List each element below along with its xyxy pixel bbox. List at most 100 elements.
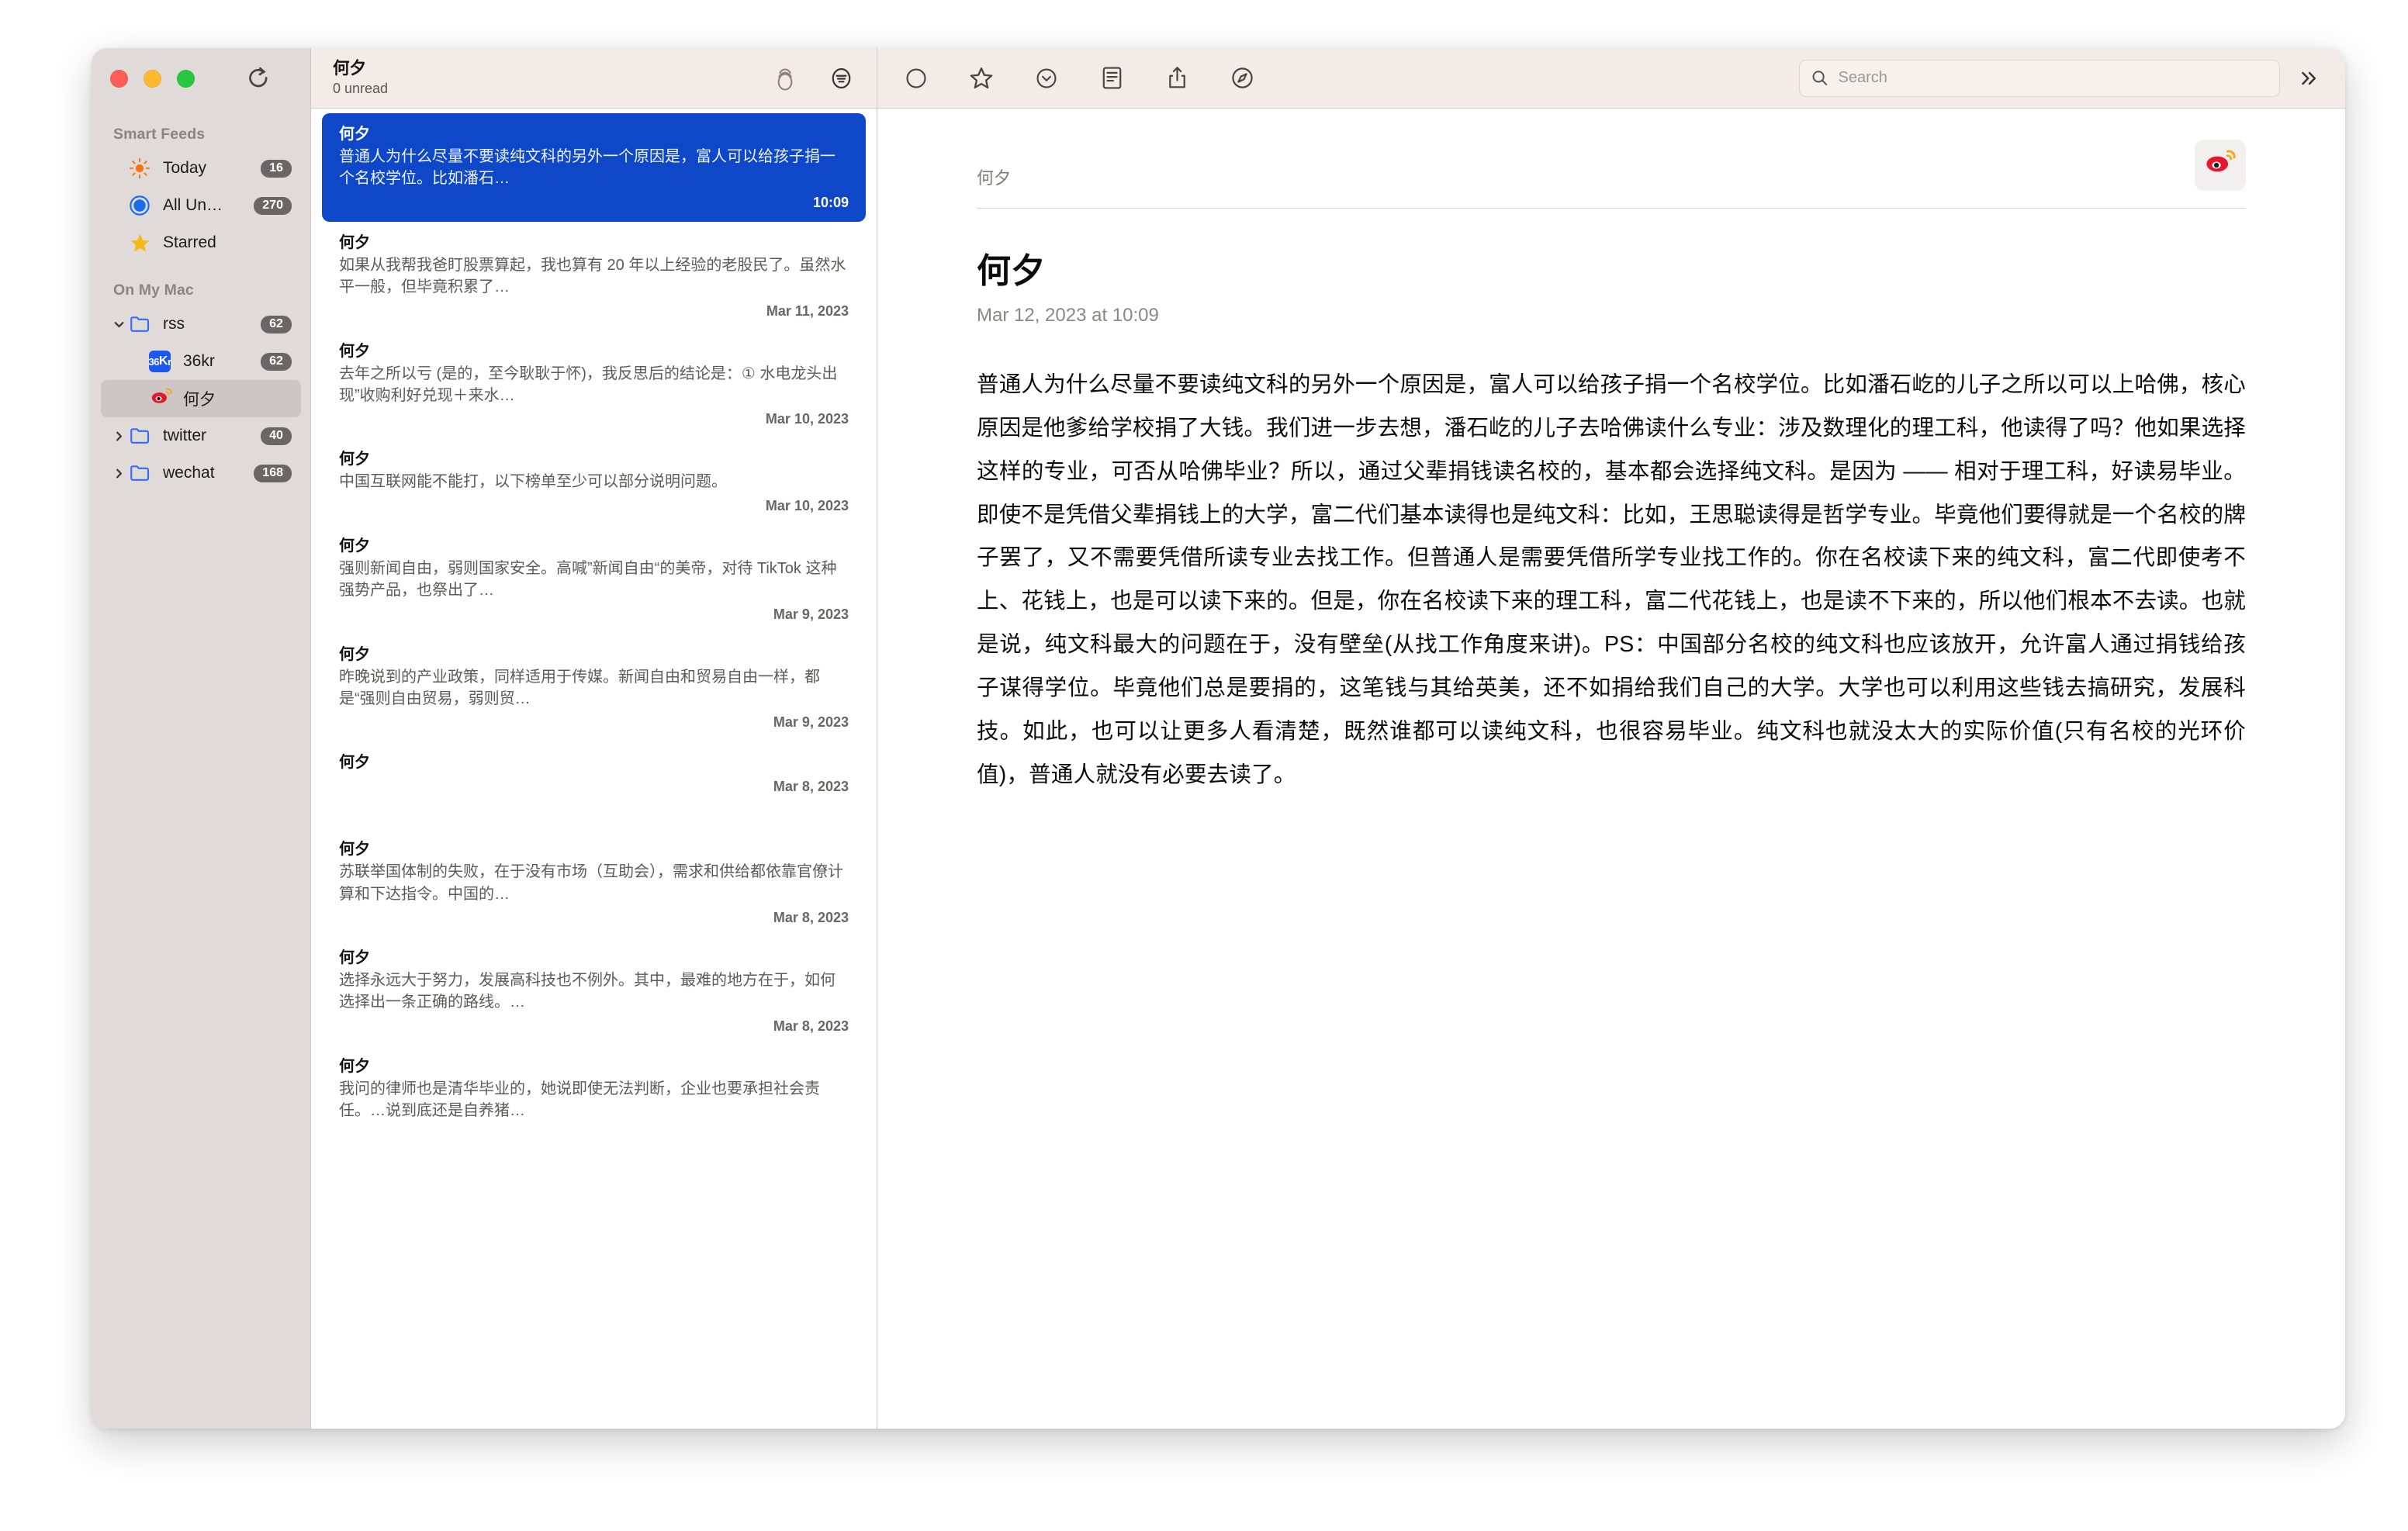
article-date: Mar 8, 2023 (773, 779, 849, 795)
article-body-text: 普通人为什么尽量不要读纯文科的另外一个原因是，富人可以给孩子捐一个名校学位。比如… (977, 372, 2246, 787)
share-button[interactable] (1160, 61, 1194, 95)
share-icon (1168, 67, 1185, 88)
unread-count-badge: 62 (261, 315, 292, 334)
article-date: Mar 10, 2023 (765, 411, 849, 427)
sun-icon (129, 157, 158, 179)
article-feed-name: 何夕 (339, 1057, 370, 1075)
article-timestamp: Mar 12, 2023 at 10:09 (977, 305, 1159, 326)
sidebar-list: Smart Feeds Today 16 All Un… 270 Starred… (92, 109, 310, 492)
article-detail-body: 何夕 何夕 Mar 12, 2023 at 10:09 普通人为什么尽量不要读纯… (877, 109, 2345, 1429)
article-list-item[interactable]: 何夕 中国互联网能不能打，以下榜单至少可以部分说明问题。 Mar 10, 202… (322, 438, 866, 524)
article-list-item[interactable]: 何夕 去年之所以亏 (是的，至今耿耿于怀)，我反思后的结论是：① 水电龙头出现”… (322, 330, 866, 439)
article-list-actions (770, 63, 856, 94)
mark-below-as-read-button[interactable] (1029, 61, 1064, 95)
sidebar-item-today[interactable]: Today 16 (101, 150, 301, 187)
star-button[interactable] (964, 61, 998, 95)
article-summary: 强则新闻自由，弱则国家安全。高喊”新闻自由“的美帝，对待 TikTok 这种强势… (339, 559, 837, 600)
star-icon (129, 232, 158, 254)
sidebar-section-header-smart-feeds: Smart Feeds (113, 126, 206, 143)
sidebar-item-label: Today (163, 159, 207, 177)
chevron-right-icon[interactable] (109, 467, 129, 480)
article-list-item[interactable]: 何夕 苏联举国体制的失败，在于没有市场（互助会），需求和供给都依靠官僚计算和下达… (322, 828, 866, 937)
article-list-header-text: 何夕 0 unread (333, 59, 770, 97)
chevron-right-icon[interactable] (109, 430, 129, 443)
article-feed-name: 何夕 (339, 754, 370, 772)
sidebar-item-all-unread[interactable]: All Un… 270 (101, 187, 301, 224)
unread-count-badge: 16 (261, 159, 292, 178)
article-feed-name: 何夕 (339, 645, 370, 663)
article-list-item[interactable]: 何夕 我问的律师也是清华毕业的，她说即使无法判断，企业也要承担社会责任。…说到底… (322, 1045, 866, 1133)
chevron-double-right-icon (2302, 71, 2316, 85)
article-summary: 选择永远大于努力，发展高科技也不例外。其中，最难的地方在于，如何选择出一条正确的… (339, 972, 836, 1011)
open-in-browser-button[interactable] (1225, 61, 1259, 95)
article-date: 10:09 (812, 194, 849, 210)
sidebar-item-36kr[interactable]: 36 Kr 36kr 62 (101, 343, 301, 380)
article-date: Mar 9, 2023 (773, 714, 849, 731)
search-field[interactable] (1799, 59, 2280, 97)
unread-circle-icon (129, 195, 158, 216)
article-summary: 如果从我帮我爸盯股票算起，我也算有 20 年以上经验的老股民了。虽然水平一般，但… (339, 256, 846, 296)
article-feed-name: 何夕 (339, 126, 370, 143)
toolbar-overflow-button[interactable] (2289, 61, 2328, 95)
chevron-down-icon[interactable] (109, 318, 129, 331)
article-list-header: 何夕 0 unread (311, 48, 877, 109)
article-summary: 苏联举国体制的失败，在于没有市场（互助会），需求和供给都依靠官僚计算和下达指令。… (339, 863, 843, 903)
article-summary: 昨晚说到的产业政策，同样适用于传媒。新闻自由和贸易自由一样，都是“强则自由贸易，… (339, 668, 820, 707)
reader-view-button[interactable] (1095, 61, 1129, 95)
filter-icon (832, 67, 850, 88)
sidebar-section-header-on-my-mac: On My Mac (113, 282, 194, 299)
article-date: Mar 8, 2023 (773, 910, 849, 926)
sidebar-item-starred[interactable]: Starred (101, 224, 301, 261)
weibo-favicon (2206, 150, 2236, 172)
article-feed-name: 何夕 (339, 949, 370, 967)
sidebar-item-label: All Un… (163, 196, 223, 214)
article-summary: 去年之所以亏 (是的，至今耿耿于怀)，我反思后的结论是：① 水电龙头出现”收购利… (339, 365, 838, 404)
mark-all-read-button[interactable] (770, 63, 801, 94)
unread-count-badge: 270 (254, 196, 292, 215)
article-list-item[interactable]: 何夕 昨晚说到的产业政策，同样适用于传媒。新闻自由和贸易自由一样，都是“强则自由… (322, 634, 866, 742)
article-list-item[interactable]: 何夕 强则新闻自由，弱则国家安全。高喊”新闻自由“的美帝，对待 TikTok 这… (322, 525, 866, 634)
refresh-button[interactable] (243, 63, 274, 94)
sidebar-item-label: twitter (163, 427, 207, 444)
article-feed-name: 何夕 (339, 537, 370, 555)
folder-icon (129, 424, 158, 448)
mark-unread-button[interactable] (899, 61, 933, 95)
article-list-item[interactable]: 何夕 选择永远大于努力，发展高科技也不例外。其中，最难的地方在于，如何选择出一条… (322, 937, 866, 1045)
sidebar: Smart Feeds Today 16 All Un… 270 Starred… (92, 48, 310, 1429)
sidebar-item-label: Starred (163, 233, 216, 251)
sidebar-item-twitter-folder[interactable]: twitter 40 (101, 417, 301, 454)
filter-button[interactable] (825, 63, 856, 94)
article-list-item[interactable]: 何夕 Mar 8, 2023 (322, 741, 866, 828)
mark-all-read-icon (777, 67, 793, 91)
traffic-light-controls (110, 69, 195, 88)
36kr-favicon: 36 Kr (148, 351, 178, 372)
article-date: Mar 8, 2023 (773, 1018, 849, 1034)
list-bottom-fade (311, 1382, 877, 1429)
page-title: 何夕 (977, 252, 1046, 290)
sidebar-item-label: 何夕 (183, 391, 216, 409)
sidebar-item-label: rss (163, 315, 185, 333)
app-window: Smart Feeds Today 16 All Un… 270 Starred… (92, 48, 2345, 1429)
mark-unread-icon (906, 67, 926, 88)
search-input[interactable] (1838, 69, 2268, 87)
article-feed-name: 何夕 (339, 342, 370, 360)
unread-count-badge: 62 (261, 352, 292, 371)
article-feed-name: 何夕 (339, 451, 370, 468)
search-icon (1812, 71, 1828, 85)
article-list-scroll-area[interactable]: 何夕 普通人为什么尽量不要读纯文科的另外一个原因是，富人可以给孩子捐一个名校学位… (311, 109, 877, 1429)
zoom-window-button[interactable] (177, 69, 195, 88)
article-date: Mar 11, 2023 (766, 302, 849, 319)
article-list-item[interactable]: 何夕 普通人为什么尽量不要读纯文科的另外一个原因是，富人可以给孩子捐一个名校学位… (322, 113, 866, 222)
sidebar-toolbar (92, 48, 310, 109)
reader-view-icon (1102, 67, 1121, 89)
sidebar-item-wechat-folder[interactable]: wechat 168 (101, 454, 301, 492)
article-header-feed-name: 何夕 (977, 168, 1012, 188)
avatar (2195, 140, 2246, 191)
article-list-item[interactable]: 何夕 如果从我帮我爸盯股票算起，我也算有 20 年以上经验的老股民了。虽然水平一… (322, 222, 866, 330)
close-window-button[interactable] (110, 69, 128, 88)
unread-count-badge: 168 (254, 464, 292, 482)
sidebar-item-rss-folder[interactable]: rss 62 (101, 306, 301, 343)
sidebar-item-hexi-feed[interactable]: 何夕 (101, 380, 301, 417)
article-feed-name: 何夕 (339, 841, 370, 859)
minimize-window-button[interactable] (144, 69, 161, 88)
